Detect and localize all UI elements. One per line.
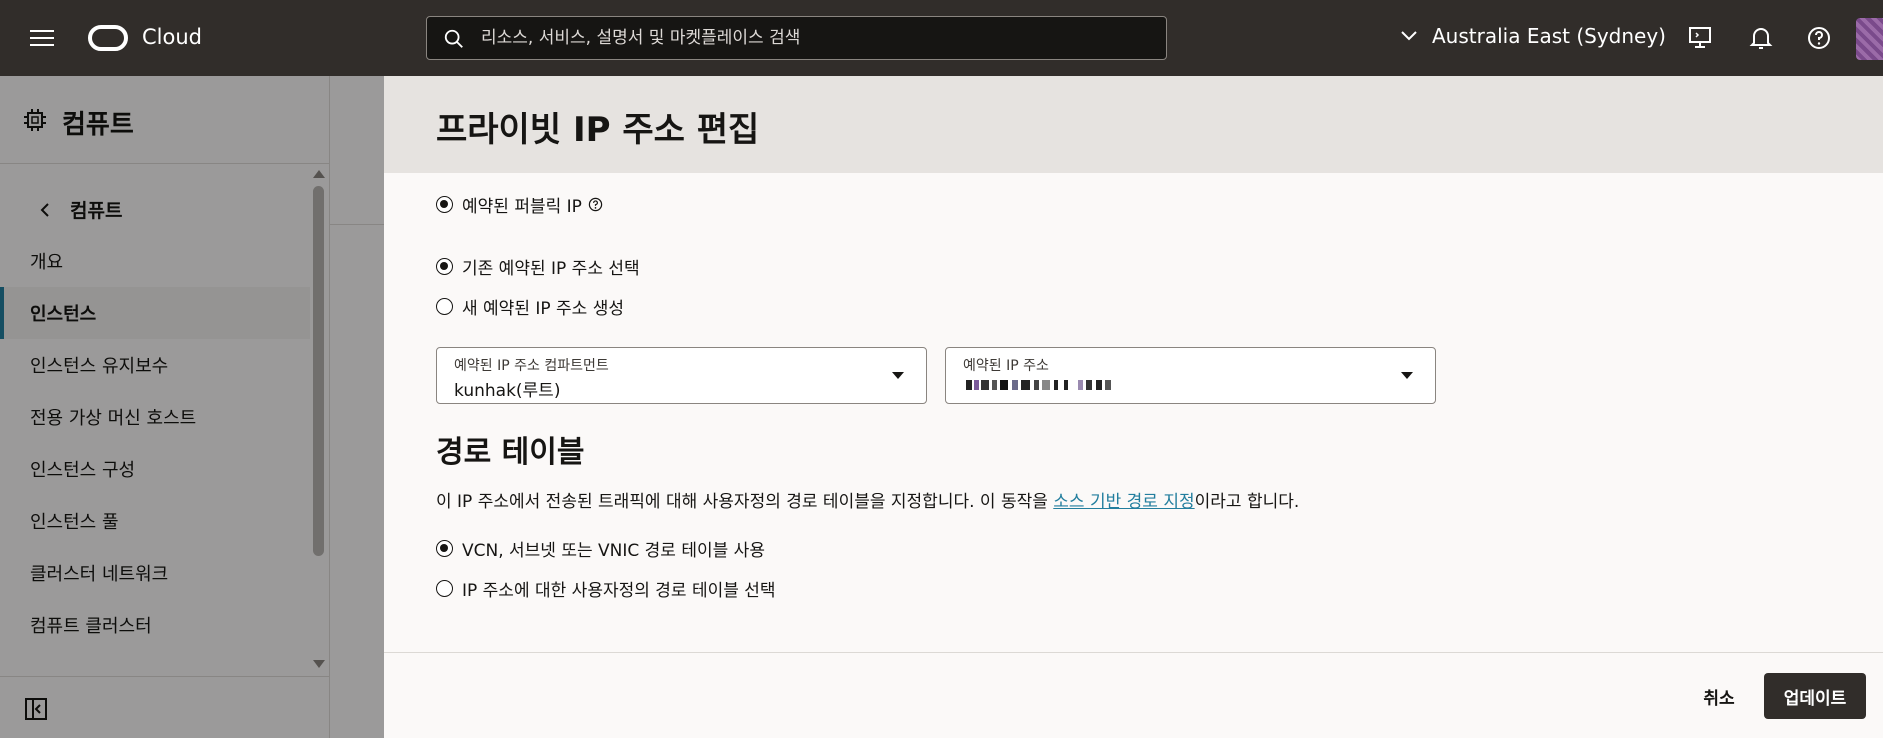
panel-header: 프라이빗 IP 주소 편집 xyxy=(384,76,1883,173)
user-avatar[interactable] xyxy=(1856,18,1883,60)
panel-footer: 취소 업데이트 xyxy=(384,652,1883,738)
search-icon xyxy=(444,29,463,48)
radio-existing-reserved-ip[interactable]: 기존 예약된 IP 주소 선택 xyxy=(436,254,640,279)
region-label: Australia East (Sydney) xyxy=(1432,24,1666,48)
radio-button[interactable] xyxy=(436,196,453,213)
radio-button[interactable] xyxy=(436,298,453,315)
modal-scrim[interactable] xyxy=(0,76,384,738)
cancel-button[interactable]: 취소 xyxy=(1674,673,1764,719)
redacted-value xyxy=(966,374,1136,400)
radio-label: 기존 예약된 IP 주소 선택 xyxy=(462,259,640,279)
menu-icon[interactable] xyxy=(30,30,54,48)
caret-down-icon xyxy=(892,372,904,379)
reserved-ip-compartment-select[interactable]: 예약된 IP 주소 컴파트먼트 kunhak(루트) xyxy=(436,347,927,404)
brand-name[interactable]: Cloud xyxy=(142,25,202,49)
radio-custom-route-table[interactable]: IP 주소에 대한 사용자정의 경로 테이블 선택 xyxy=(436,576,776,601)
desc-text: 이 IP 주소에서 전송된 트래픽에 대해 사용자정의 경로 테이블을 지정합니… xyxy=(436,492,1054,512)
desc-text: 이라고 합니다. xyxy=(1194,492,1300,512)
edit-private-ip-panel: 프라이빗 IP 주소 편집 예약된 퍼블릭 IP 기존 예약된 IP 주소 선택… xyxy=(384,76,1883,738)
update-button[interactable]: 업데이트 xyxy=(1764,673,1866,719)
radio-label: 새 예약된 IP 주소 생성 xyxy=(462,299,625,319)
source-based-routing-link[interactable]: 소스 기반 경로 지정 xyxy=(1053,492,1194,512)
radio-button[interactable] xyxy=(436,258,453,275)
radio-use-default-route-table[interactable]: VCN, 서브넷 또는 VNIC 경로 테이블 사용 xyxy=(436,536,765,561)
route-table-heading: 경로 테이블 xyxy=(436,435,585,470)
bell-icon[interactable] xyxy=(1748,25,1774,51)
caret-down-icon xyxy=(1401,372,1413,379)
help-circle-icon[interactable] xyxy=(588,197,603,212)
region-selector[interactable]: Australia East (Sydney) xyxy=(1400,24,1666,48)
select-value: kunhak(루트) xyxy=(454,381,561,401)
panel-title: 프라이빗 IP 주소 편집 xyxy=(436,110,760,150)
radio-button[interactable] xyxy=(436,540,453,557)
help-icon[interactable] xyxy=(1806,25,1832,51)
cloud-shell-icon[interactable] xyxy=(1687,25,1713,51)
radio-label: IP 주소에 대한 사용자정의 경로 테이블 선택 xyxy=(462,581,776,601)
route-table-description: 이 IP 주소에서 전송된 트래픽에 대해 사용자정의 경로 테이블을 지정합니… xyxy=(436,487,1299,512)
select-label: 예약된 IP 주소 컴파트먼트 xyxy=(454,358,609,374)
top-bar: Cloud Australia East (Sydney) xyxy=(0,0,1883,76)
select-label: 예약된 IP 주소 xyxy=(963,358,1049,374)
radio-label: 예약된 퍼블릭 IP xyxy=(462,197,582,217)
oracle-logo[interactable] xyxy=(88,25,128,51)
radio-button[interactable] xyxy=(436,580,453,597)
radio-reserved-public-ip[interactable]: 예약된 퍼블릭 IP xyxy=(436,192,603,217)
search-box[interactable] xyxy=(426,16,1167,60)
radio-new-reserved-ip[interactable]: 새 예약된 IP 주소 생성 xyxy=(436,294,624,319)
search-input[interactable] xyxy=(481,17,1151,59)
radio-label: VCN, 서브넷 또는 VNIC 경로 테이블 사용 xyxy=(462,541,765,561)
chevron-down-icon xyxy=(1401,31,1417,41)
reserved-ip-select[interactable]: 예약된 IP 주소 xyxy=(945,347,1436,404)
